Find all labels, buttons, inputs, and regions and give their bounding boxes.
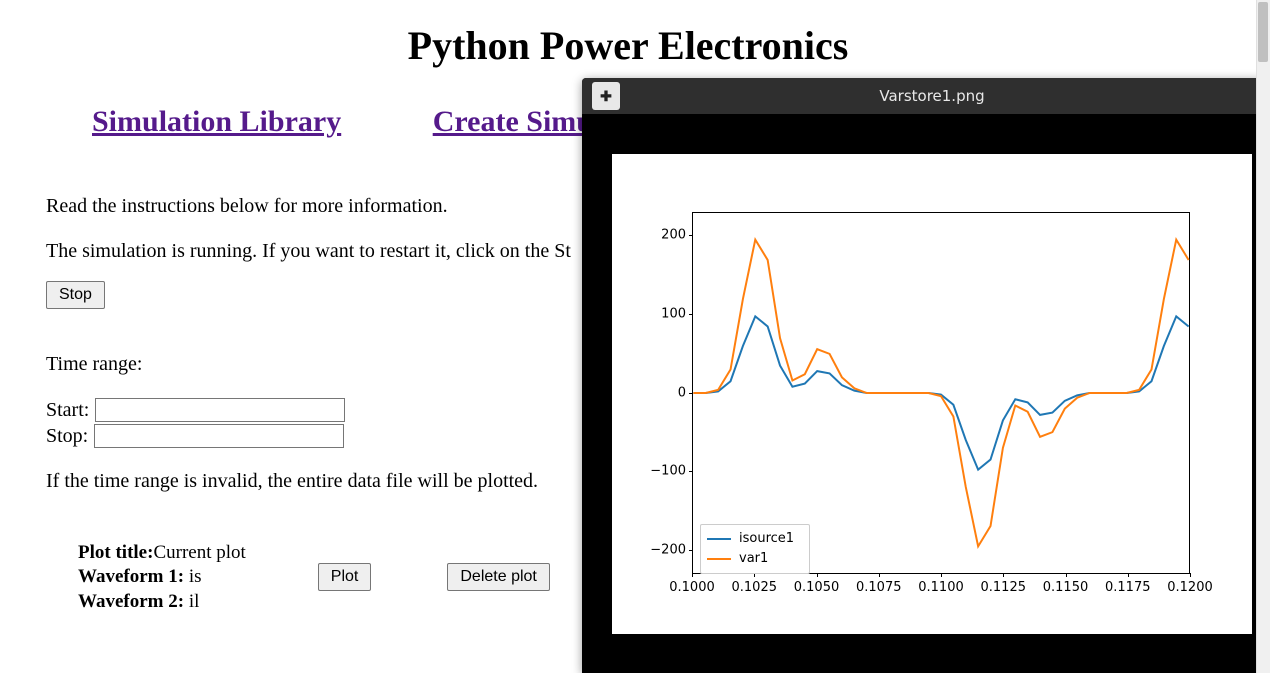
chart-legend: isource1 var1 (700, 524, 810, 574)
stop-button[interactable]: Stop (46, 281, 105, 309)
x-tick-label: 0.1200 (1167, 580, 1213, 595)
y-ticks: −200 −100 0 100 200 (624, 212, 688, 574)
nav-link-simulation-library[interactable]: Simulation Library (92, 105, 341, 138)
start-label: Start: (46, 399, 89, 422)
x-tick-label: 0.1025 (732, 580, 778, 595)
y-tick-label: 100 (626, 306, 686, 321)
x-tick-label: 0.1125 (981, 580, 1027, 595)
waveform1-value: is (189, 566, 202, 587)
stop-input[interactable] (94, 424, 344, 448)
waveform2-value: il (189, 591, 200, 612)
y-tick-label: 200 (626, 228, 686, 243)
stop-label: Stop: (46, 425, 88, 448)
y-tick-label: −200 (626, 542, 686, 557)
x-ticks: 0.10000.10250.10500.10750.11000.11250.11… (692, 578, 1190, 598)
scrollbar[interactable] (1256, 0, 1270, 673)
legend-label: isource1 (739, 531, 794, 546)
legend-label: var1 (739, 551, 768, 566)
page-title: Python Power Electronics (46, 22, 1210, 69)
viewer-body: −200 −100 0 100 200 0.1000 0.1025 0.1050 0.1075… (582, 114, 1270, 673)
plot-button[interactable]: Plot (318, 563, 372, 591)
viewer-title: Varstore1.png (879, 87, 984, 105)
legend-swatch (707, 538, 731, 540)
nav-link-create-simulation[interactable]: Create Simu (433, 105, 593, 138)
legend-item-var1: var1 (707, 549, 803, 569)
waveform1-label: Waveform 1: (78, 566, 189, 587)
plus-icon: ✚ (600, 88, 612, 105)
x-tick-label: 0.1050 (794, 580, 840, 595)
x-tick-label: 0.1000 (669, 580, 715, 595)
scroll-thumb[interactable] (1258, 2, 1268, 62)
series-var1 (693, 239, 1188, 546)
x-tick-label: 0.1175 (1105, 580, 1151, 595)
viewer-window[interactable]: ✚ Varstore1.png −200 −100 0 100 200 0.1000 0.… (582, 78, 1270, 673)
waveform2-label: Waveform 2: (78, 591, 189, 612)
viewer-titlebar[interactable]: ✚ Varstore1.png (582, 78, 1270, 114)
viewer-menu-button[interactable]: ✚ (592, 82, 620, 110)
chart-lines (693, 213, 1189, 573)
legend-item-isource1: isource1 (707, 529, 803, 549)
x-tick-label: 0.1100 (918, 580, 964, 595)
start-input[interactable] (95, 398, 345, 422)
legend-swatch (707, 558, 731, 560)
plot-title-label: Plot title: (78, 542, 153, 563)
x-tick-label: 0.1150 (1043, 580, 1089, 595)
chart-axes (692, 212, 1190, 574)
y-tick-label: −100 (626, 464, 686, 479)
delete-plot-button[interactable]: Delete plot (447, 563, 550, 591)
plot-image: −200 −100 0 100 200 0.1000 0.1025 0.1050 0.1075… (612, 154, 1252, 634)
x-tick-label: 0.1075 (856, 580, 902, 595)
y-tick-label: 0 (626, 385, 686, 400)
plot-title-value: Current plot (153, 542, 245, 563)
plot-info: Plot title:Current plot Waveform 1: is W… (78, 541, 246, 614)
